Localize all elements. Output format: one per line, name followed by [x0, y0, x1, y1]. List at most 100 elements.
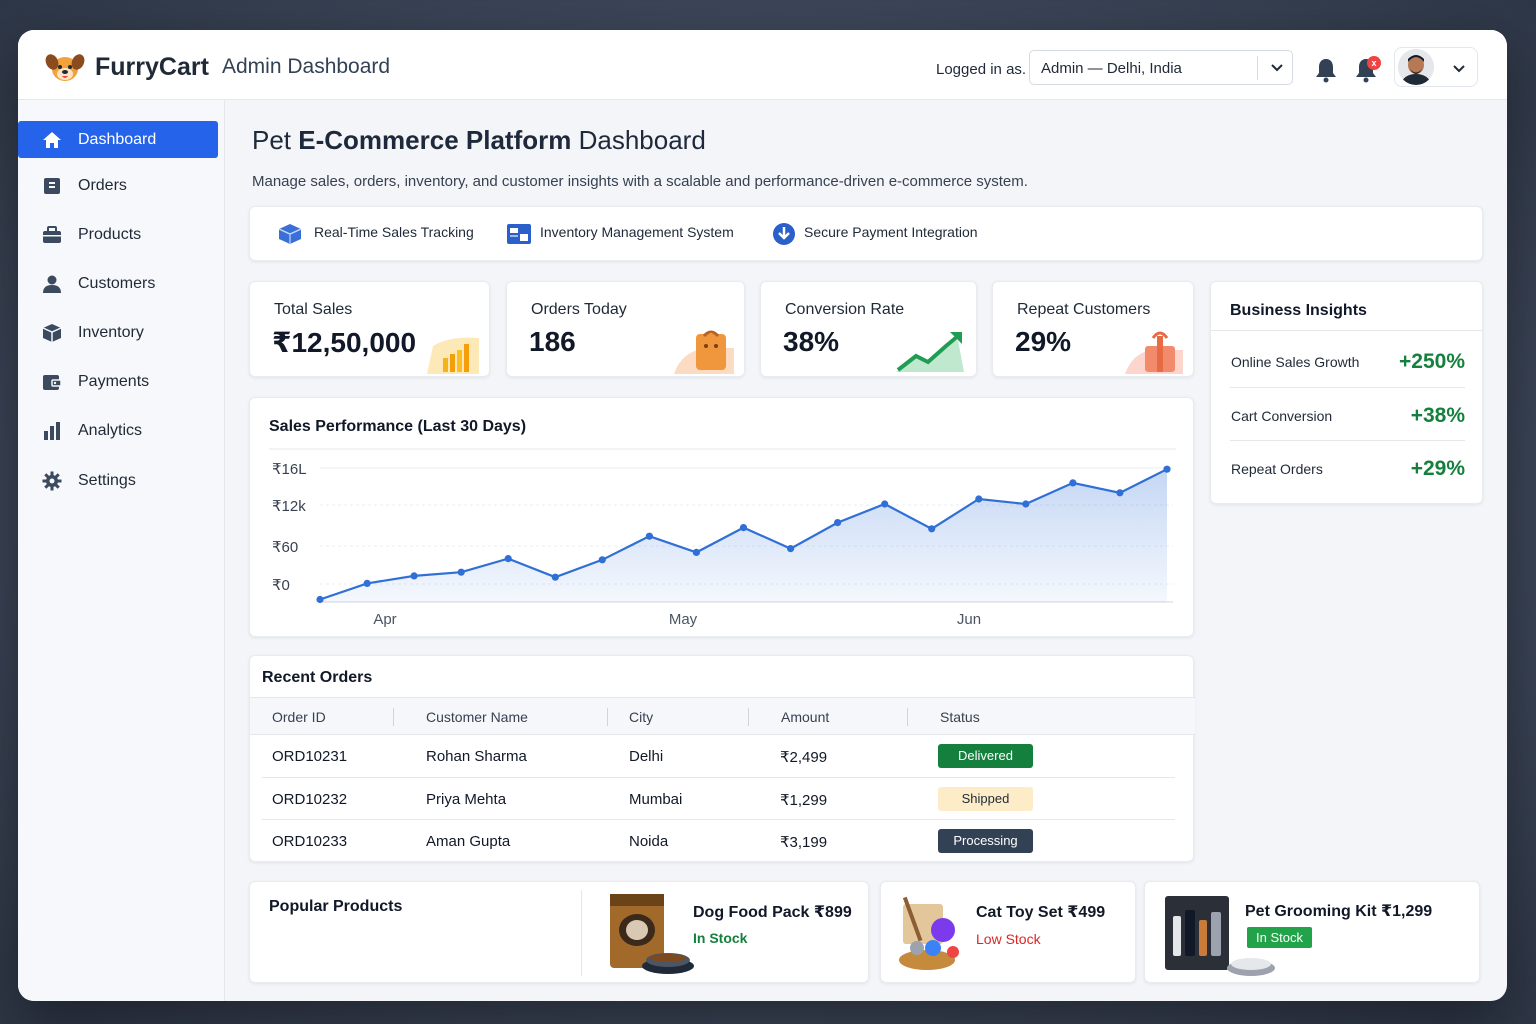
features-strip: Real-Time Sales Tracking Inventory Manag…	[249, 206, 1483, 261]
product-price: ₹899	[813, 904, 852, 921]
product-card-cat-toy[interactable]: Cat Toy Set ₹499 Low Stock	[880, 881, 1136, 983]
sidebar-item-customers[interactable]: Customers	[18, 265, 218, 302]
kpi-card-conversion-rate: Conversion Rate 38%	[760, 281, 977, 377]
data-point	[316, 595, 324, 604]
table-title: Recent Orders	[262, 669, 373, 686]
sidebar-item-label: Inventory	[78, 324, 144, 341]
data-point	[975, 495, 983, 503]
x-tick-label: Apr	[373, 611, 396, 628]
data-point	[1116, 489, 1124, 497]
feature-label: Real-Time Sales Tracking	[314, 224, 474, 240]
column-separator	[393, 708, 394, 726]
kpi-card-repeat-customers: Repeat Customers 29%	[992, 281, 1194, 377]
popular-products-card: Popular Products Dog Food Pack ₹899 In S…	[249, 881, 869, 983]
avatar	[1398, 49, 1434, 85]
location-value: Admin — Delhi, India	[1041, 60, 1182, 77]
order-id: ORD10233	[272, 833, 348, 850]
status-badge: Shipped	[938, 787, 1033, 811]
kpi-value: 29%	[1015, 326, 1072, 357]
sidebar-item-orders[interactable]: Orders	[18, 167, 218, 204]
brand-subtitle: Admin Dashboard	[222, 55, 391, 78]
stock-status: In Stock	[693, 930, 748, 946]
insight-label: Repeat Orders	[1231, 461, 1323, 477]
download-circle-icon	[773, 223, 795, 245]
customer-name: Aman Gupta	[426, 833, 511, 850]
page-title-prefix: Pet	[252, 125, 292, 155]
data-point	[363, 579, 371, 587]
briefcase-icon	[43, 226, 61, 243]
dog-logo-icon	[45, 54, 85, 81]
chevron-down-icon	[1271, 64, 1283, 72]
page-subtitle: Manage sales, orders, inventory, and cus…	[252, 173, 1028, 190]
data-point	[598, 556, 606, 564]
insight-row: Online Sales Growth +250%	[1230, 334, 1465, 386]
insight-row: Repeat Orders +29%	[1230, 440, 1465, 492]
y-tick-label: ₹12k	[272, 498, 306, 515]
sidebar-item-payments[interactable]: Payments	[18, 363, 218, 400]
kpi-card-orders-today: Orders Today 186	[506, 281, 745, 377]
column-separator	[907, 708, 908, 726]
insight-value: +250%	[1399, 350, 1465, 373]
section-title: Popular Products	[269, 898, 403, 915]
kpi-label: Total Sales	[274, 301, 353, 318]
logged-in-label: Logged in as.	[936, 61, 1027, 78]
chevron-down-icon	[1453, 65, 1465, 73]
sidebar-item-inventory[interactable]: Inventory	[18, 314, 218, 351]
amount: ₹1,299	[780, 792, 828, 809]
order-id: ORD10232	[272, 791, 348, 808]
product-name: Cat Toy Set ₹499	[976, 902, 1105, 922]
select-divider	[1257, 56, 1258, 80]
product-title: Pet Grooming Kit	[1245, 903, 1377, 920]
insight-label: Online Sales Growth	[1231, 354, 1360, 370]
insight-value: +29%	[1410, 457, 1465, 480]
sidebar-item-label: Analytics	[78, 422, 143, 439]
product-name[interactable]: Dog Food Pack ₹899	[693, 902, 852, 922]
sales-area	[320, 469, 1167, 602]
dog-food-bag-image	[610, 894, 694, 974]
data-point	[504, 555, 512, 563]
orders-icon	[44, 178, 60, 194]
location-select[interactable]: Admin — Delhi, India	[1029, 50, 1293, 85]
city: Delhi	[629, 748, 664, 765]
sidebar-item-label: Dashboard	[78, 131, 157, 148]
sidebar-item-analytics[interactable]: Analytics	[18, 412, 218, 449]
shopping-bag-illustration-icon	[674, 330, 734, 374]
kpi-label: Repeat Customers	[1017, 301, 1151, 318]
column-header: Amount	[781, 709, 830, 725]
kpi-value: 186	[529, 326, 576, 357]
inventory-icon	[507, 224, 531, 244]
divider	[250, 734, 1195, 735]
gift-box-illustration-icon	[1125, 331, 1183, 374]
product-name: Pet Grooming Kit ₹1,299	[1245, 901, 1432, 921]
bell-icon[interactable]	[1314, 57, 1338, 83]
bar-chart-icon	[44, 422, 60, 440]
sales-bars-illustration-icon	[427, 337, 479, 374]
sidebar-item-dashboard[interactable]: Dashboard	[18, 121, 218, 158]
wallet-icon	[43, 375, 62, 390]
user-menu-button[interactable]	[1394, 47, 1478, 87]
app-window: FurryCart Admin Dashboard Logged in as. …	[18, 30, 1507, 1001]
sidebar-item-label: Orders	[78, 177, 127, 194]
data-point	[457, 568, 465, 576]
top-bar: FurryCart Admin Dashboard Logged in as. …	[18, 30, 1507, 100]
customer-name: Priya Mehta	[426, 791, 507, 808]
stock-status: Low Stock	[976, 931, 1041, 947]
sidebar-item-products[interactable]: Products	[18, 216, 218, 253]
data-point	[410, 572, 418, 580]
gear-icon	[42, 471, 62, 491]
page-title: Pet E-Commerce Platform Dashboard	[252, 125, 706, 156]
home-icon	[43, 132, 61, 148]
status-badge: Delivered	[938, 744, 1033, 768]
page-title-suffix: Dashboard	[578, 125, 706, 155]
divider	[262, 819, 1175, 820]
user-icon	[43, 275, 61, 293]
kpi-label: Conversion Rate	[785, 301, 905, 318]
data-point	[739, 524, 748, 532]
column-header: City	[629, 709, 654, 725]
sidebar-item-settings[interactable]: Settings	[18, 462, 218, 499]
product-title: Dog Food Pack	[693, 904, 810, 921]
sales-chart: ₹16L ₹12k ₹60 ₹0 Apr May Jun	[269, 448, 1176, 628]
data-point	[787, 545, 795, 553]
product-card-grooming-kit[interactable]: Pet Grooming Kit ₹1,299 In Stock	[1144, 881, 1480, 983]
column-header: Customer Name	[426, 709, 528, 725]
